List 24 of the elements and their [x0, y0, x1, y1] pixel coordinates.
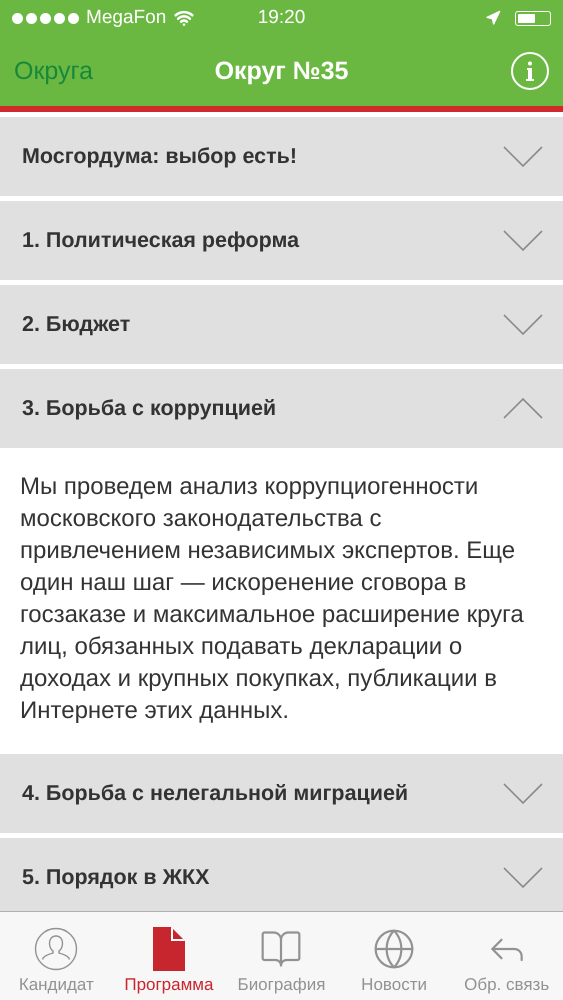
section-header[interactable]: 3. Борьба с коррупцией	[0, 369, 563, 448]
location-icon	[485, 10, 501, 26]
wifi-icon	[174, 8, 194, 28]
clock-time: 19:20	[258, 7, 306, 29]
section-header[interactable]: Мосгордума: выбор есть!	[0, 117, 563, 196]
person-icon	[34, 927, 78, 971]
battery-icon	[515, 10, 551, 26]
chevron-down-icon	[503, 146, 543, 167]
chevron-down-icon	[503, 783, 543, 804]
chevron-down-icon	[503, 867, 543, 888]
tab-item[interactable]: Программа	[112, 912, 226, 1000]
carrier-name: MegaFon	[86, 7, 166, 29]
chevron-up-icon	[503, 398, 543, 419]
section-header[interactable]: 2. Бюджет	[0, 285, 563, 364]
screen-title: Округ №35	[214, 56, 348, 86]
chevron-down-icon	[503, 314, 543, 335]
document-icon	[152, 927, 185, 971]
section-header[interactable]: 5. Порядок в ЖКХ	[0, 838, 563, 911]
section-header[interactable]: 4. Борьба с нелегальной миграцией	[0, 754, 563, 833]
section-header[interactable]: 1. Политическая реформа	[0, 201, 563, 280]
chevron-down-icon	[503, 230, 543, 251]
globe-icon	[372, 927, 416, 971]
signal-icon	[12, 12, 79, 24]
info-icon[interactable]	[511, 52, 549, 90]
